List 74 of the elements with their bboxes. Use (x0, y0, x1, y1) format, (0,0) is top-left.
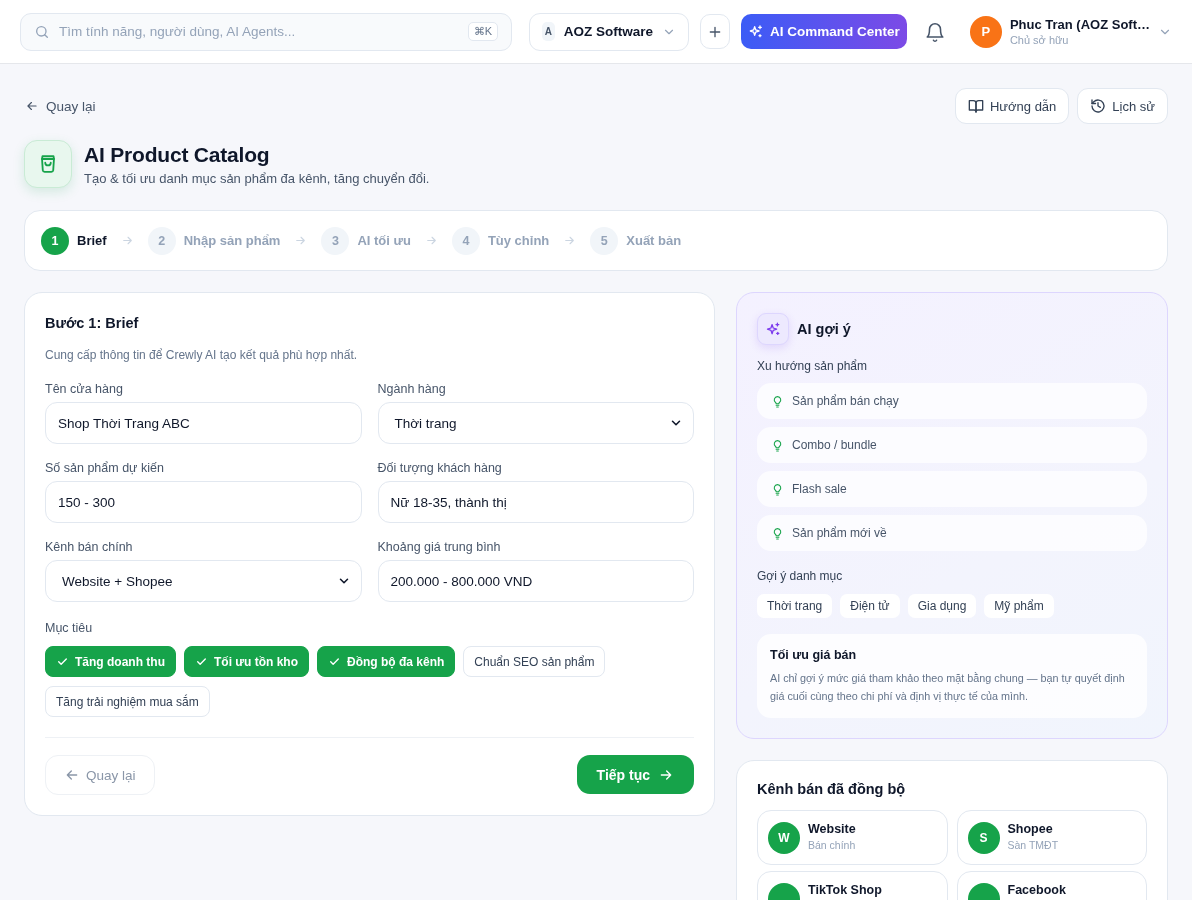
user-role: Chủ sở hữu (1009, 34, 1070, 46)
category-chip[interactable]: Gia dụng (907, 594, 977, 618)
input-field[interactable]: Shop Thời Trang ABC (45, 402, 362, 444)
history-button[interactable]: Lịch sử (1077, 88, 1168, 124)
check-icon (195, 655, 208, 668)
card-description: Cung cấp thông tin để Crewly AI tạo kết quả phù hợp nhất. (45, 348, 359, 362)
sparkle-icon (748, 23, 764, 40)
lightbulb-icon (771, 526, 784, 540)
tip-text: AI chỉ gợi ý mức giá tham khảo theo mặt bằng chung — bạn tự quyết định giá cuối cùng theo chi phí và định vị thực tế của mình. (770, 671, 1126, 704)
workspace-badge: A (542, 22, 555, 41)
field-label: Tên cửa hàng (45, 382, 124, 396)
field-label: Khoảng giá trung bình (377, 540, 502, 554)
channel-note: Sàn TMĐT (1007, 839, 1059, 851)
page-subtitle: Tạo & tối ưu danh mục sản phẩm đa kênh, tăng chuyển đổi. (84, 170, 430, 186)
channel-name: TikTok Shop (808, 883, 882, 897)
check-icon (56, 655, 69, 668)
arrow-right-icon (424, 234, 438, 247)
section-label: Gợi ý danh mục (757, 569, 844, 583)
add-button[interactable] (700, 14, 730, 49)
arrow-right-icon (120, 234, 134, 247)
arrow-right-icon (294, 234, 308, 247)
trend-item[interactable]: Sản phẩm mới về (757, 515, 1147, 551)
goal-chip[interactable]: Tăng trải nghiệm mua sắm (45, 686, 210, 717)
field-label: Số sản phẩm dự kiến (45, 461, 165, 475)
category-chip[interactable]: Mỹ phẩm (984, 594, 1054, 618)
channel-note: Bán chính (808, 839, 856, 851)
category-chip[interactable]: Thời trang (757, 594, 833, 618)
guide-button[interactable]: Hướng dẫn (954, 88, 1070, 124)
select-field[interactable]: Website + Shopee (45, 560, 362, 602)
channel-name: Website (808, 822, 856, 836)
check-icon (328, 655, 341, 668)
history-icon (1090, 98, 1107, 114)
input-field[interactable]: 200.000 - 800.000 VND (377, 560, 694, 602)
channel-card[interactable]: W Website Bán chính (757, 810, 948, 865)
channel-card[interactable]: Facebook (956, 871, 1147, 900)
step-label[interactable]: Brief (77, 233, 107, 248)
ai-command-center-button[interactable]: AI Command Center (740, 14, 907, 49)
input-field[interactable]: Nữ 18-35, thành thị (377, 481, 694, 523)
panel-title: Kênh bán đã đồng bộ (757, 781, 907, 797)
panel-title: AI gợi ý (797, 321, 851, 337)
arrow-right-icon (563, 234, 577, 247)
user-name: Phuc Tran (AOZ Soft… (1009, 17, 1150, 32)
arrow-left-icon (64, 767, 80, 783)
field-label: Đối tượng khách hàng (377, 461, 503, 475)
channel-card[interactable]: TikTok Shop (757, 871, 948, 900)
workspace-selector[interactable]: A AOZ Software (529, 12, 689, 51)
card-title: Bước 1: Brief (45, 315, 140, 331)
channel-name: Facebook (1007, 883, 1066, 897)
trend-item[interactable]: Flash sale (757, 471, 1147, 507)
goal-chip[interactable]: Chuẩn SEO sản phẩm (463, 646, 606, 677)
field-label: Kênh bán chính (45, 540, 134, 554)
category-chip[interactable]: Điện tử (840, 594, 900, 618)
channel-card[interactable]: S Shopee Sàn TMĐT (956, 810, 1147, 865)
field-label: Ngành hàng (377, 382, 447, 396)
sparkle-icon (757, 313, 789, 345)
trend-item[interactable]: Sản phẩm bán chạy (757, 383, 1147, 419)
shopping-bag-icon (24, 140, 72, 188)
channel-avatar: S (967, 821, 1000, 854)
arrow-left-icon (25, 99, 39, 113)
trend-item[interactable]: Combo / bundle (757, 427, 1147, 463)
section-label: Xu hướng sản phẩm (757, 359, 868, 373)
lightbulb-icon (771, 482, 784, 496)
input-field[interactable]: 150 - 300 (45, 481, 362, 523)
tip-title: Tối ưu giá bán (770, 648, 858, 662)
lightbulb-icon (771, 394, 784, 408)
select-field[interactable]: Thời trang (377, 402, 694, 444)
channel-name: Shopee (1007, 822, 1054, 836)
back-link[interactable]: Quay lại (25, 98, 96, 114)
page-title: AI Product Catalog (84, 142, 271, 167)
channel-avatar: W (768, 821, 800, 854)
field-label: Mục tiêu (45, 621, 94, 635)
search-icon (34, 23, 50, 40)
book-icon (967, 98, 984, 114)
lightbulb-icon (771, 438, 784, 452)
